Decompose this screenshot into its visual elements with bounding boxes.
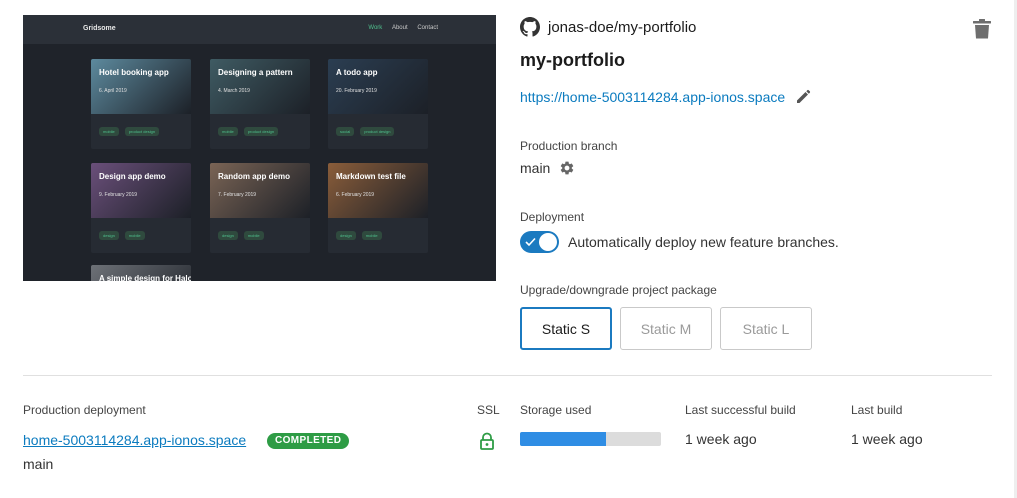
deployment-label: Deployment (520, 210, 585, 224)
preview-nav-work: Work (368, 25, 383, 31)
preview-card-tag: design (99, 231, 119, 240)
preview-card-tags: mobile product design (218, 127, 284, 136)
preview-card-title: Markdown test file (336, 172, 406, 181)
github-icon (520, 17, 540, 37)
project-title: my-portfolio (520, 50, 625, 70)
last-build-value: 1 week ago (851, 431, 923, 447)
preview-card-title: A simple design for Halo (99, 274, 191, 281)
storage-used-bar (520, 432, 661, 446)
header-last-successful-build: Last successful build (685, 403, 796, 417)
check-icon (525, 237, 536, 247)
preview-card-tags: mobile product design (99, 127, 165, 136)
preview-card-title: A todo app (336, 68, 378, 77)
preview-card-tag: mobile (218, 127, 238, 136)
production-branch-row: main (520, 160, 575, 176)
preview-card-tag: mobile (361, 231, 382, 240)
production-branch-label: Production branch (520, 139, 618, 153)
repo-name[interactable]: jonas-doe/my-portfolio (548, 19, 696, 36)
preview-card-date: 9. February 2019 (99, 192, 138, 198)
preview-card-title: Designing a pattern (218, 68, 293, 77)
preview-card-tag: social (336, 127, 355, 136)
preview-navbar: Gridsome Work About Contact (23, 15, 496, 44)
preview-card-tags: social product design (336, 127, 400, 136)
preview-card-title: Random app demo (218, 172, 291, 181)
preview-card-tag: product design (360, 127, 395, 136)
preview-card-tag: design (336, 231, 356, 240)
preview-nav-links: Work About Contact (360, 25, 438, 31)
preview-nav-contact: Contact (417, 25, 438, 31)
preview-card-date: 6. February 2019 (336, 192, 375, 198)
toggle-knob (539, 233, 557, 251)
site-preview-thumbnail[interactable]: Gridsome Work About Contact Hotel bookin… (23, 15, 496, 281)
header-storage-used: Storage used (520, 403, 592, 417)
storage-used-fill (520, 432, 606, 446)
production-branch-value: main (520, 160, 551, 176)
preview-card-tag: mobile (124, 231, 145, 240)
preview-card-date: 4. March 2019 (218, 88, 250, 94)
package-label: Upgrade/downgrade project package (520, 283, 717, 297)
last-successful-build-value: 1 week ago (685, 431, 757, 447)
preview-card-tags: design mobile (336, 231, 388, 240)
preview-card: Hotel booking app 6. April 2019 mobile prod… (91, 59, 191, 149)
preview-card-tags: design mobile (99, 231, 151, 240)
package-static-s-button[interactable]: Static S (520, 307, 612, 350)
production-deployment-branch: main (23, 456, 54, 472)
project-url-row: https://home-5003114284.app-ionos.space (520, 89, 811, 105)
preview-card: Random app demo 7. February 2019 design mob… (210, 163, 310, 253)
trash-icon[interactable] (973, 19, 991, 39)
preview-nav-about: About (391, 25, 408, 31)
preview-card-date: 6. April 2019 (99, 88, 127, 94)
preview-card-tag: product design (124, 127, 160, 136)
preview-card-date: 20. February 2019 (336, 88, 377, 94)
preview-card-title: Hotel booking app (99, 68, 169, 77)
preview-card-title: Design app demo (99, 172, 166, 181)
section-divider (23, 375, 992, 376)
repo-link[interactable]: jonas-doe/my-portfolio (520, 17, 696, 37)
preview-card: Markdown test file 6. February 2019 design… (328, 163, 428, 253)
gear-icon[interactable] (559, 160, 575, 176)
package-static-m-button[interactable]: Static M (620, 307, 712, 350)
preview-card: A simple design for Halo (91, 265, 191, 281)
preview-card-tag: mobile (99, 127, 119, 136)
header-ssl: SSL (477, 403, 500, 417)
status-badge: COMPLETED (267, 433, 350, 449)
preview-card-tag: product design (243, 127, 279, 136)
preview-card-tag: mobile (243, 231, 264, 240)
auto-deploy-toggle[interactable] (520, 231, 559, 253)
project-url-link[interactable]: https://home-5003114284.app-ionos.space (520, 89, 785, 105)
preview-card: A todo app 20. February 2019 social product… (328, 59, 428, 149)
preview-logo: Gridsome (83, 25, 116, 32)
pencil-icon[interactable] (795, 89, 811, 105)
header-last-build: Last build (851, 403, 903, 417)
preview-card-tag: design (218, 231, 238, 240)
preview-card-tags: design mobile (218, 231, 270, 240)
production-deployment-link[interactable]: home-5003114284.app-ionos.space (23, 432, 246, 448)
package-static-l-button[interactable]: Static L (720, 307, 812, 350)
preview-card-date: 7. February 2019 (218, 192, 257, 198)
preview-card: Designing a pattern 4. March 2019 mobile pr… (210, 59, 310, 149)
preview-card: Design app demo 9. February 2019 design mob… (91, 163, 191, 253)
header-production-deployment: Production deployment (23, 403, 146, 417)
lock-icon (480, 432, 494, 450)
auto-deploy-text: Automatically deploy new feature branche… (568, 234, 839, 250)
auto-deploy-row: Automatically deploy new feature branche… (520, 231, 839, 253)
